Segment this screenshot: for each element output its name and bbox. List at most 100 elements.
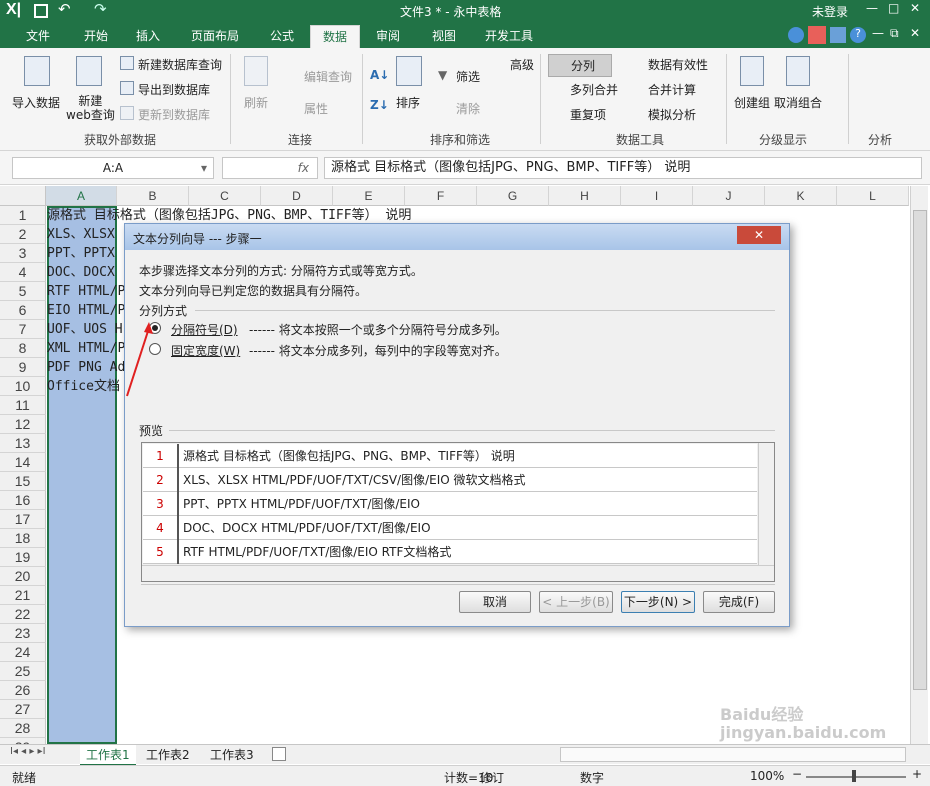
cell-a3[interactable]: PPT、PPTX xyxy=(47,244,125,263)
sheet-tab-1[interactable]: 工作表1 xyxy=(80,745,136,766)
new-web-query-button[interactable]: 新建 web查询 xyxy=(66,94,115,122)
ribbon-close-icon[interactable]: ✕ xyxy=(910,26,920,40)
row-header[interactable]: 18 xyxy=(0,529,46,548)
add-sheet-icon[interactable] xyxy=(272,747,286,761)
tab-data[interactable]: 数据 xyxy=(310,25,360,48)
dialog-close-icon[interactable]: ✕ xyxy=(737,226,781,244)
new-db-query-button[interactable]: 新建数据库查询 xyxy=(138,56,222,73)
scroll-thumb[interactable] xyxy=(913,210,927,690)
zoom-in-icon[interactable]: + xyxy=(912,767,922,781)
filter-button[interactable]: 筛选 xyxy=(456,68,480,85)
col-header-d[interactable]: D xyxy=(261,186,333,206)
help-icon[interactable]: ? xyxy=(850,27,866,43)
row-header[interactable]: 21 xyxy=(0,586,46,605)
cell-a8[interactable]: XML HTML/P xyxy=(47,339,125,358)
sheet-nav-icon[interactable]: I◂ ◂ ▸ ▸I xyxy=(10,746,46,757)
row-header[interactable]: 9 xyxy=(0,358,46,377)
row-header[interactable]: 6 xyxy=(0,301,46,320)
col-header-b[interactable]: B xyxy=(117,186,189,206)
export-db-button[interactable]: 导出到数据库 xyxy=(138,81,210,98)
row-header[interactable]: 14 xyxy=(0,453,46,472)
preview-box[interactable]: 1 源格式 目标格式（图像包括JPG、PNG、BMP、TIFF等） 说明 2 XLS、… xyxy=(141,442,775,582)
row-header[interactable]: 8 xyxy=(0,339,46,358)
name-box[interactable]: A:A ▾ xyxy=(12,157,214,179)
consolidate-button[interactable]: 合并计算 xyxy=(648,81,696,98)
col-header-k[interactable]: K xyxy=(765,186,837,206)
undo-icon[interactable]: ↶ xyxy=(58,0,71,18)
tab-formulas[interactable]: 公式 xyxy=(258,25,306,48)
collapse-ribbon-icon[interactable] xyxy=(830,27,846,43)
zoom-out-icon[interactable]: − xyxy=(792,767,802,781)
cell-a5[interactable]: RTF HTML/P xyxy=(47,282,125,301)
preview-vscroll[interactable] xyxy=(758,443,774,565)
row-header[interactable]: 12 xyxy=(0,415,46,434)
row-header[interactable]: 25 xyxy=(0,662,46,681)
cell-a10[interactable]: Office文档 xyxy=(47,377,125,396)
prev-button[interactable]: < 上一步(B) xyxy=(539,591,613,613)
row-header[interactable]: 23 xyxy=(0,624,46,643)
merge-cols-button[interactable]: 多列合并 xyxy=(570,81,618,98)
formula-input[interactable]: 源格式 目标格式（图像包括JPG、PNG、BMP、TIFF等） 说明 xyxy=(324,157,922,179)
maximize-icon[interactable]: □ xyxy=(888,1,899,15)
ribbon-min-icon[interactable]: — xyxy=(872,26,884,40)
tab-file[interactable]: 文件 xyxy=(14,25,62,48)
col-header-a[interactable]: A xyxy=(46,186,117,206)
row-header[interactable]: 13 xyxy=(0,434,46,453)
row-header[interactable]: 15 xyxy=(0,472,46,491)
advanced-button[interactable]: 高级 xyxy=(510,56,534,73)
finish-button[interactable]: 完成(F) xyxy=(703,591,775,613)
vertical-scrollbar[interactable] xyxy=(910,186,928,744)
cell-a2[interactable]: XLS、XLSX xyxy=(47,225,125,244)
tab-view[interactable]: 视图 xyxy=(420,25,468,48)
col-header-j[interactable]: J xyxy=(693,186,765,206)
tab-developer[interactable]: 开发工具 xyxy=(476,25,542,48)
row-header[interactable]: 7 xyxy=(0,320,46,339)
properties-button[interactable]: 属性 xyxy=(304,100,328,117)
close-icon[interactable]: ✕ xyxy=(910,1,920,15)
clear-button[interactable]: 清除 xyxy=(456,100,480,117)
minimize-icon[interactable]: — xyxy=(866,1,878,15)
edit-query-button[interactable]: 编辑查询 xyxy=(304,68,352,85)
tab-review[interactable]: 审阅 xyxy=(364,25,412,48)
fx-button[interactable]: fx xyxy=(222,157,318,179)
row-header[interactable]: 20 xyxy=(0,567,46,586)
cell-a7[interactable]: UOF、UOS H xyxy=(47,320,125,339)
row-header[interactable]: 27 xyxy=(0,700,46,719)
update-db-button[interactable]: 更新到数据库 xyxy=(138,106,210,123)
cell-a6[interactable]: EIO HTML/P xyxy=(47,301,125,320)
col-header-f[interactable]: F xyxy=(405,186,477,206)
row-header[interactable]: 5 xyxy=(0,282,46,301)
chevron-down-icon[interactable]: ▾ xyxy=(201,158,207,178)
nav-back-icon[interactable] xyxy=(788,27,804,43)
sort-asc-icon[interactable]: A↓ xyxy=(370,68,389,82)
col-header-l[interactable]: L xyxy=(837,186,909,206)
cell-a4[interactable]: DOC、DOCX xyxy=(47,263,125,282)
row-header[interactable]: 3 xyxy=(0,244,46,263)
next-button[interactable]: 下一步(N) > xyxy=(621,591,695,613)
row-header[interactable]: 11 xyxy=(0,396,46,415)
select-all-corner[interactable] xyxy=(0,186,46,206)
tab-insert[interactable]: 插入 xyxy=(124,25,172,48)
save-icon[interactable] xyxy=(34,4,48,18)
col-header-c[interactable]: C xyxy=(189,186,261,206)
split-button[interactable]: 分列 xyxy=(548,54,613,77)
col-header-g[interactable]: G xyxy=(477,186,549,206)
remove-dup-button[interactable]: 重复项 xyxy=(570,106,606,123)
row-header[interactable]: 24 xyxy=(0,643,46,662)
option-fixed-label[interactable]: 固定宽度(W) xyxy=(171,342,240,359)
zoom-thumb[interactable] xyxy=(852,770,856,782)
row-header[interactable]: 22 xyxy=(0,605,46,624)
sheet-tab-2[interactable]: 工作表2 xyxy=(146,746,190,763)
row-header[interactable]: 17 xyxy=(0,510,46,529)
preview-hscroll[interactable] xyxy=(142,565,774,581)
row-header[interactable]: 10 xyxy=(0,377,46,396)
option-delimited-label[interactable]: 分隔符号(D) xyxy=(171,321,238,338)
row-header[interactable]: 26 xyxy=(0,681,46,700)
zoom-slider[interactable] xyxy=(806,776,906,778)
row-header[interactable]: 2 xyxy=(0,225,46,244)
sort-button[interactable]: 排序 xyxy=(396,94,420,111)
ungroup-button[interactable]: 取消组合 xyxy=(774,94,822,111)
group-button[interactable]: 创建组 xyxy=(734,94,770,111)
col-header-h[interactable]: H xyxy=(549,186,621,206)
validation-button[interactable]: 数据有效性 xyxy=(648,56,708,73)
